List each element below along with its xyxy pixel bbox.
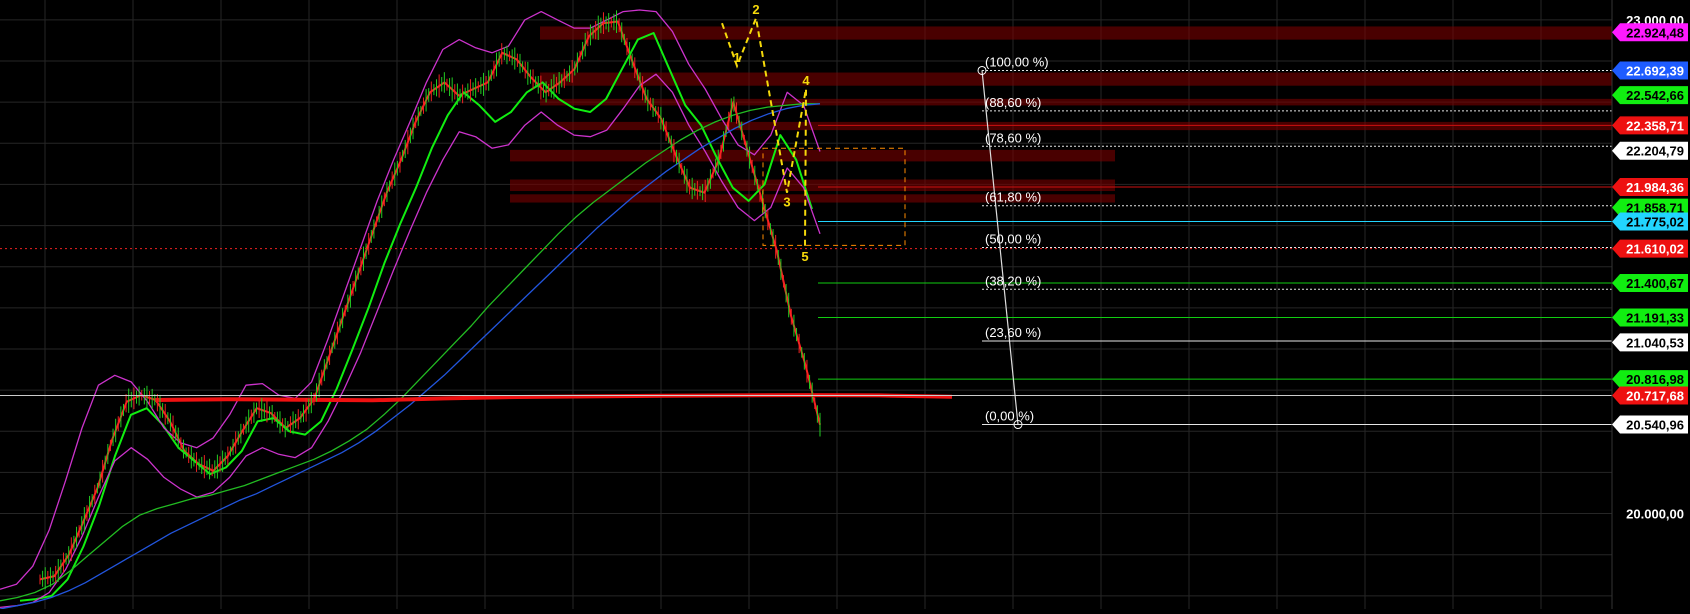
fib-level-label: (88,60 %) — [985, 95, 1041, 110]
chart-background — [0, 0, 1690, 609]
price-tag-label: 21.610,02 — [1626, 242, 1684, 257]
price-tag-label: 22.204,79 — [1626, 144, 1684, 159]
price-tag[interactable]: 20.717,68 — [1612, 386, 1688, 405]
wave-label-1: 1 — [733, 50, 740, 65]
price-tag-label: 21.040,53 — [1626, 335, 1684, 350]
resistance-zone — [510, 149, 1115, 162]
price-tag[interactable]: 22.924,48 — [1612, 23, 1688, 42]
price-tag[interactable]: 21.191,33 — [1612, 308, 1688, 327]
fib-level-label: (100,00 %) — [985, 54, 1049, 69]
resistance-zone — [540, 72, 1612, 86]
price-tag[interactable]: 20.540,96 — [1612, 415, 1688, 434]
price-tag-label: 21.400,67 — [1626, 276, 1684, 291]
price-tag-label: 20.540,96 — [1626, 418, 1684, 433]
price-tag-label: 21.191,33 — [1626, 311, 1684, 326]
fib-level-label: (78,60 %) — [985, 130, 1041, 145]
axis-tick-label: 20.000,00 — [1626, 507, 1684, 522]
price-tag[interactable]: 22.542,66 — [1612, 86, 1688, 105]
price-tag-label: 22.692,39 — [1626, 63, 1684, 78]
wave-label-2: 2 — [752, 2, 759, 17]
fib-level-label: (23,60 %) — [985, 325, 1041, 340]
wave-label-4: 4 — [802, 73, 810, 88]
price-tag-label: 21.984,36 — [1626, 180, 1684, 195]
price-chart-svg[interactable]: (100,00 %) (88,60 %) (78,60 %) (61,80 %) (50… — [0, 0, 1690, 610]
price-tag-label: 22.358,71 — [1626, 118, 1684, 133]
price-chart[interactable]: (100,00 %) (88,60 %) (78,60 %) (61,80 %) (50… — [0, 0, 1690, 610]
wave-label-5: 5 — [801, 249, 808, 264]
price-tag-label: 21.775,02 — [1626, 214, 1684, 229]
price-tag-label: 20.816,98 — [1626, 372, 1684, 387]
price-tag-label: 20.717,68 — [1626, 388, 1684, 403]
price-tag[interactable]: 22.204,79 — [1612, 141, 1688, 160]
price-tag[interactable]: 21.984,36 — [1612, 178, 1688, 197]
price-tag[interactable]: 22.692,39 — [1612, 61, 1688, 80]
fib-level-label: (61,80 %) — [985, 190, 1041, 205]
price-tag[interactable]: 21.610,02 — [1612, 239, 1688, 258]
fib-level-label: (50,00 %) — [985, 232, 1041, 247]
resistance-zone — [540, 98, 1612, 106]
price-tag[interactable]: 22.358,71 — [1612, 116, 1688, 135]
price-tag-label: 22.924,48 — [1626, 25, 1684, 40]
wave-label-3: 3 — [783, 195, 790, 210]
price-tag-label: 22.542,66 — [1626, 88, 1684, 103]
fib-level-label: (0,00 %) — [985, 409, 1034, 424]
price-tag[interactable]: 20.816,98 — [1612, 370, 1688, 389]
price-tag[interactable]: 21.400,67 — [1612, 274, 1688, 293]
fib-level-label: (38,20 %) — [985, 273, 1041, 288]
resistance-zone — [540, 26, 1612, 40]
price-tag[interactable]: 21.040,53 — [1612, 333, 1688, 352]
price-tag[interactable]: 21.775,02 — [1612, 212, 1688, 231]
